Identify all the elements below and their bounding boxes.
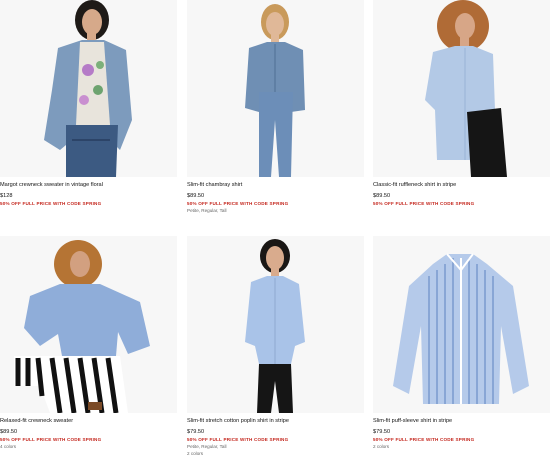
product-card[interactable]: Classic-fit ruffleneck shirt in stripe $… (373, 0, 550, 207)
product-image[interactable] (187, 0, 364, 177)
product-price: $89.50 (373, 193, 391, 199)
size-options: Petite, Regular, Tall (187, 444, 227, 449)
product-name[interactable]: Margot crewneck sweater in vintage flora… (0, 182, 177, 189)
product-price: $79.50 (187, 429, 205, 435)
product-price: $89.50 (187, 193, 205, 199)
size-options: Petite, Regular, Tall (187, 208, 227, 213)
product-image[interactable] (0, 0, 177, 177)
product-price: $89.50 (0, 429, 18, 435)
product-image[interactable] (373, 236, 550, 413)
product-price: $79.50 (373, 429, 391, 435)
product-name[interactable]: Slim-fit puff-sleeve shirt in stripe (373, 418, 550, 425)
product-image[interactable] (187, 236, 364, 413)
promo-text: 50% OFF FULL PRICE WITH CODE SPRING (373, 437, 475, 442)
product-price: $128 (0, 193, 13, 199)
product-card[interactable]: Margot crewneck sweater in vintage flora… (0, 0, 177, 207)
product-name[interactable]: Relaxed-fit crewneck sweater (0, 418, 177, 425)
product-card[interactable]: Slim-fit stretch cotton poplin shirt in … (187, 236, 364, 457)
product-name[interactable]: Classic-fit ruffleneck shirt in stripe (373, 182, 550, 189)
promo-text: 50% OFF FULL PRICE WITH CODE SPRING (0, 437, 102, 442)
promo-text: 50% OFF FULL PRICE WITH CODE SPRING (373, 201, 475, 206)
promo-text: 50% OFF FULL PRICE WITH CODE SPRING (187, 201, 289, 206)
product-card[interactable]: Slim-fit chambray shirt $89.50 50% OFF F… (187, 0, 364, 214)
product-image[interactable] (373, 0, 550, 177)
product-name[interactable]: Slim-fit chambray shirt (187, 182, 364, 189)
product-card[interactable]: Slim-fit puff-sleeve shirt in stripe $79… (373, 236, 550, 450)
product-image[interactable] (0, 236, 177, 413)
product-name[interactable]: Slim-fit stretch cotton poplin shirt in … (187, 418, 364, 425)
color-count: 4 colors (0, 444, 17, 449)
product-card[interactable]: Relaxed-fit crewneck sweater $89.50 50% … (0, 236, 177, 450)
promo-text: 50% OFF FULL PRICE WITH CODE SPRING (0, 201, 102, 206)
color-count: 2 colors (187, 451, 204, 456)
promo-text: 50% OFF FULL PRICE WITH CODE SPRING (187, 437, 289, 442)
color-count: 2 colors (373, 444, 390, 449)
